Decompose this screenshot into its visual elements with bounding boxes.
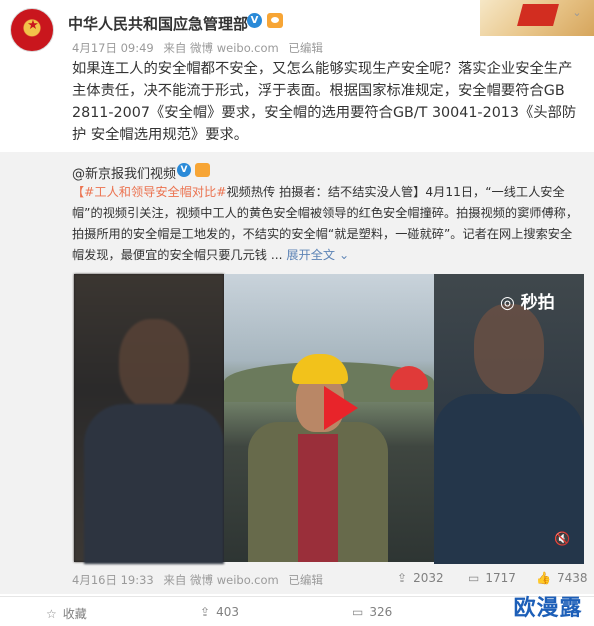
retweet-text-a: 视频热传 拍摄者：结不结实没人管】4月11日，	[226, 185, 486, 199]
emblem-star-icon: ★	[27, 18, 39, 33]
video-blur-right	[434, 274, 584, 564]
retweet-meta: 4月16日 19:33 来自 微博 weibo.com 已编辑	[72, 572, 329, 588]
miaopai-label: 秒拍	[520, 293, 555, 313]
post-meta: 4月17日 09:49 来自 微博 weibo.com 已编辑	[72, 40, 329, 56]
play-icon[interactable]	[324, 386, 358, 430]
favorite-label: 收藏	[62, 607, 87, 621]
verified-icon: V	[247, 13, 262, 28]
yellow-helmet	[292, 354, 348, 384]
favorite-button[interactable]: ☆ 收藏	[46, 605, 87, 622]
account-name[interactable]: 中华人民共和国应急管理部	[68, 13, 248, 34]
retweet-date[interactable]: 4月16日 19:33	[72, 573, 154, 587]
comment-icon: ▭	[352, 605, 364, 619]
retweet-text: 【#工人和领导安全帽对比#视频热传 拍摄者：结不结实没人管】4月11日，“一线工…	[72, 182, 584, 266]
medal-icon	[267, 13, 283, 28]
retweet-comment-button[interactable]: ▭ 1717	[468, 571, 516, 585]
retweet-source: 来自 微博 weibo.com	[163, 573, 279, 587]
comment-count: 326	[369, 605, 393, 619]
repost-count: 403	[216, 605, 239, 619]
chevron-down-icon[interactable]: ⌄	[570, 6, 584, 20]
post-text: 如果连工人的安全帽都不安全，又怎么能够实现生产安全呢？落实企业安全生产主体责任，…	[72, 61, 577, 143]
site-watermark: 欧漫露	[513, 596, 583, 621]
flag-icon	[517, 4, 559, 26]
miaopai-logo: ◎ 秒拍	[500, 293, 555, 313]
red-helmet	[390, 366, 428, 390]
repost-button[interactable]: ⇪ 403	[200, 605, 239, 619]
comment-icon: ▭	[468, 571, 480, 585]
retweet-author[interactable]: @新京报我们视频	[72, 163, 176, 182]
post-date[interactable]: 4月17日 09:49	[72, 41, 154, 55]
retweet-repost-button[interactable]: ⇪ 2032	[397, 571, 444, 585]
repost-icon: ⇪	[200, 605, 211, 619]
like-icon: 👍	[536, 571, 551, 585]
mute-icon[interactable]: 🔇	[554, 532, 570, 547]
video-frame[interactable]	[224, 274, 434, 562]
retweet-repost-count: 2032	[413, 571, 444, 585]
repost-icon: ⇪	[397, 571, 408, 585]
retweet-comment-count: 1717	[485, 571, 516, 585]
comment-button[interactable]: ▭ 326	[352, 605, 392, 619]
retweet-like-count: 7438	[556, 571, 588, 585]
expand-full-text-link[interactable]: 展开全文 ⌄	[286, 248, 349, 262]
retweet-like-button[interactable]: 👍 7438	[536, 571, 588, 585]
hashtag-link[interactable]: 【#工人和领导安全帽对比#	[72, 185, 227, 199]
post-source: 来自 微博 weibo.com	[163, 41, 279, 55]
post-edited[interactable]: 已编辑	[288, 41, 323, 55]
video-blur-left	[74, 274, 224, 564]
verified-icon: V	[177, 163, 191, 177]
star-icon: ☆	[46, 607, 57, 621]
retweet-edited[interactable]: 已编辑	[288, 573, 323, 587]
medal-icon	[195, 163, 210, 177]
